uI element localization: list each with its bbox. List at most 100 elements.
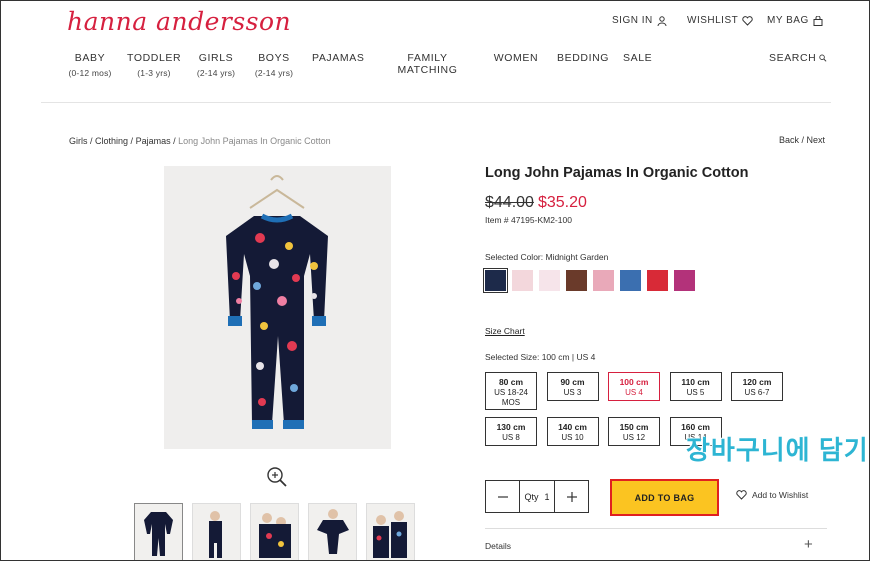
color-swatch[interactable]	[512, 270, 533, 291]
nav-search-label: SEARCH	[769, 52, 817, 64]
size-us: US 18-24 MOS	[494, 388, 528, 407]
nav-pajamas[interactable]: PAJAMAS	[312, 52, 365, 64]
selected-size-label: Selected Size: 100 cm | US 4	[485, 352, 596, 362]
thumbnail[interactable]	[192, 503, 241, 560]
price-block: $44.00 $35.20	[485, 194, 587, 212]
nav-baby-sub: (0-12 mos)	[68, 68, 112, 78]
quantity-stepper: Qty 1	[485, 480, 589, 513]
qty-field[interactable]: Qty 1	[519, 481, 555, 512]
original-price: $44.00	[485, 194, 534, 211]
size-option[interactable]: 90 cm US 3	[546, 372, 599, 401]
size-option[interactable]: 110 cm US 5	[669, 372, 722, 401]
search-icon	[819, 54, 827, 62]
nav-sale[interactable]: SALE	[623, 52, 652, 64]
expand-plus-icon[interactable]: +	[804, 536, 813, 553]
breadcrumb: Girls / Clothing / Pajamas / Long John P…	[69, 136, 331, 146]
increase-qty-button[interactable]	[555, 480, 588, 513]
nav-bedding-label: BEDDING	[557, 52, 610, 64]
plus-icon	[566, 491, 577, 502]
add-to-bag-button[interactable]: ADD TO BAG	[610, 479, 719, 516]
color-swatch[interactable]	[539, 270, 560, 291]
heart-icon	[742, 15, 753, 26]
nav-bedding[interactable]: BEDDING	[557, 52, 610, 64]
nav-boys[interactable]: BOYS (2-14 yrs)	[251, 52, 297, 78]
page-frame: hanna andersson SIGN IN WISHLIST MY BAG …	[0, 0, 870, 561]
details-toggle[interactable]: Details	[485, 541, 511, 551]
size-option[interactable]: 150 cm US 12	[608, 417, 660, 446]
nav-boys-sub: (2-14 yrs)	[254, 68, 294, 78]
size-cm: 90 cm	[560, 377, 585, 387]
size-cm: 140 cm	[558, 422, 587, 432]
size-option[interactable]: 120 cm US 6-7	[731, 372, 783, 401]
thumbnail[interactable]	[134, 503, 183, 560]
size-cm: 110 cm	[681, 377, 710, 387]
nav-girls-label: GIRLS	[198, 52, 234, 64]
nav-boys-label: BOYS	[258, 52, 290, 64]
nav-family-matching[interactable]: FAMILY MATCHING	[379, 52, 476, 76]
product-main-image[interactable]	[164, 166, 391, 449]
size-cm: 100 cm	[619, 377, 649, 387]
thumbnail[interactable]	[250, 503, 299, 560]
thumb-pajama-icon	[144, 512, 173, 556]
nav-toddler[interactable]: TODDLER (1-3 yrs)	[127, 52, 181, 78]
color-swatches	[483, 268, 695, 293]
nav-search[interactable]: SEARCH	[769, 52, 827, 64]
selected-color-label: Selected Color: Midnight Garden	[485, 252, 609, 262]
thumbnail[interactable]	[366, 503, 415, 560]
pajama-illustration	[226, 175, 328, 429]
sign-in-link[interactable]: SIGN IN	[612, 15, 667, 26]
size-cm: 120 cm	[742, 377, 772, 387]
brand-logo[interactable]: hanna andersson	[67, 7, 291, 36]
heart-icon	[736, 490, 747, 500]
nav-baby-label: BABY	[74, 52, 106, 64]
details-divider	[485, 528, 827, 529]
add-to-wishlist-label: Add to Wishlist	[752, 490, 809, 500]
size-option[interactable]: 140 cm US 10	[546, 417, 599, 446]
sale-price: $35.20	[537, 194, 587, 211]
nav-baby[interactable]: BABY (0-12 mos)	[67, 52, 113, 78]
size-cm: 150 cm	[619, 422, 649, 432]
size-cm: 130 cm	[496, 422, 526, 432]
nav-women[interactable]: WOMEN	[492, 52, 540, 64]
nav-girls[interactable]: GIRLS (2-14 yrs)	[193, 52, 239, 78]
my-bag-label: MY BAG	[767, 15, 809, 26]
nav-pajamas-label: PAJAMAS	[312, 52, 365, 64]
add-to-wishlist-link[interactable]: Add to Wishlist	[736, 490, 808, 500]
color-swatch[interactable]	[593, 270, 614, 291]
size-option[interactable]: 100 cm US 4	[608, 372, 660, 401]
color-swatch[interactable]	[566, 270, 587, 291]
thumb-jump-icon	[317, 509, 349, 554]
back-link[interactable]: Back	[779, 135, 799, 145]
zoom-icon[interactable]	[266, 466, 288, 488]
size-us: US 12	[622, 433, 646, 442]
decrease-qty-button[interactable]	[486, 480, 519, 513]
qty-value: 1	[544, 491, 550, 502]
pager: Back / Next	[778, 135, 825, 145]
color-swatch[interactable]	[620, 270, 641, 291]
next-link[interactable]: Next	[806, 135, 825, 145]
color-swatch[interactable]	[483, 268, 508, 293]
wishlist-label: WISHLIST	[687, 15, 739, 26]
my-bag-link[interactable]: MY BAG	[767, 15, 823, 26]
size-us: US 4	[625, 388, 643, 397]
thumb-children-icon	[259, 513, 291, 558]
size-us: US 5	[686, 388, 705, 397]
size-us: US 10	[561, 433, 584, 442]
thumb-child-icon	[209, 511, 222, 558]
minus-icon	[497, 495, 508, 498]
wishlist-link[interactable]: WISHLIST	[687, 15, 753, 26]
nav-family-matching-label: FAMILY MATCHING	[397, 52, 458, 76]
color-swatch[interactable]	[674, 270, 695, 291]
size-us: US 8	[502, 433, 520, 442]
thumbnail[interactable]	[308, 503, 357, 560]
nav-toddler-label: TODDLER	[127, 52, 182, 64]
breadcrumb-girls[interactable]: Girls	[69, 136, 88, 146]
size-option[interactable]: 80 cm US 18-24 MOS	[485, 372, 537, 410]
size-option[interactable]: 130 cm US 8	[485, 417, 537, 446]
color-swatch[interactable]	[647, 270, 668, 291]
breadcrumb-pajamas[interactable]: Pajamas	[136, 136, 171, 146]
breadcrumb-current: Long John Pajamas In Organic Cotton	[178, 136, 331, 146]
breadcrumb-clothing[interactable]: Clothing	[95, 136, 128, 146]
thumbnail-strip	[134, 503, 415, 560]
size-chart-link[interactable]: Size Chart	[485, 326, 525, 336]
